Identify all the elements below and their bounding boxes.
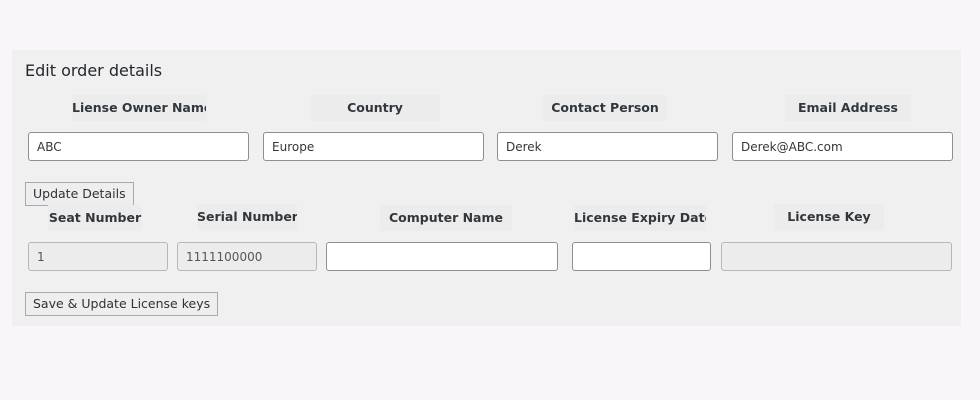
computer-name-label: Computer Name (380, 205, 512, 231)
country-input[interactable] (263, 132, 484, 161)
email-address-input[interactable] (732, 132, 953, 161)
license-key-input[interactable] (721, 242, 952, 271)
contact-person-label: Contact Person (543, 95, 667, 121)
seat-number-label: Seat Number (48, 205, 142, 231)
country-label: Country (310, 95, 440, 121)
license-expiry-date-input[interactable] (572, 242, 711, 271)
license-expiry-date-label: License Expiry Date (574, 205, 706, 231)
serial-number-input[interactable] (177, 242, 317, 271)
update-details-button[interactable]: Update Details (25, 182, 134, 206)
save-update-license-keys-button[interactable]: Save & Update License keys (25, 292, 219, 316)
edit-order-panel: Edit order details Liense Owner Name Cou… (12, 50, 961, 326)
license-key-label: License Key (774, 204, 884, 230)
owner-name-label: Liense Owner Name (72, 95, 206, 121)
email-address-label: Email Address (785, 95, 911, 121)
form-title: Edit order details (25, 61, 163, 80)
seat-number-input[interactable] (28, 242, 168, 271)
computer-name-input[interactable] (326, 242, 558, 271)
serial-number-label: Serial Number (197, 204, 297, 230)
owner-name-input[interactable] (28, 132, 249, 161)
contact-person-input[interactable] (497, 132, 718, 161)
